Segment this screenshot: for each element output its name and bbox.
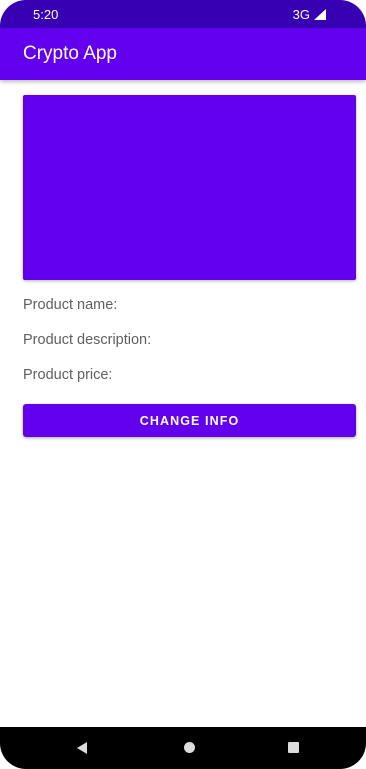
home-icon[interactable]	[184, 742, 195, 753]
app-bar: Crypto App	[0, 28, 366, 80]
app-title: Crypto App	[23, 43, 117, 64]
status-time: 5:20	[33, 7, 59, 22]
change-info-button[interactable]: CHANGE INFO	[23, 404, 356, 437]
phone-screen: 5:20 3G Crypto App Product name: Product…	[0, 0, 366, 769]
navigation-bar	[0, 727, 366, 769]
recents-icon[interactable]	[288, 742, 299, 753]
product-name-label: Product name:	[23, 297, 118, 313]
product-price-label: Product price:	[23, 367, 113, 383]
back-icon[interactable]	[77, 742, 87, 754]
status-bar: 5:20 3G	[0, 0, 366, 28]
product-image	[23, 95, 356, 280]
network-type: 3G	[292, 7, 310, 22]
status-indicators: 3G	[293, 7, 326, 22]
signal-icon	[314, 9, 326, 20]
product-description-label: Product description:	[23, 332, 152, 348]
